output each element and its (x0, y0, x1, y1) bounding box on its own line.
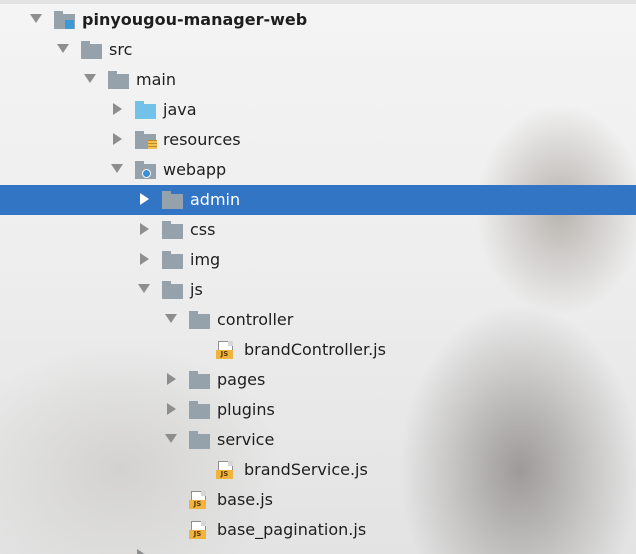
chevron-down-icon[interactable] (57, 44, 69, 53)
tree-item-js[interactable]: js (0, 275, 636, 305)
javascript-file-icon: JS (189, 521, 211, 539)
tree-item-label: src (109, 40, 133, 59)
chevron-down-icon[interactable] (84, 74, 96, 83)
folder-icon (189, 431, 211, 449)
tree-item-label: admin (190, 190, 241, 209)
chevron-right-icon[interactable] (167, 373, 176, 385)
tree-item-label: brandService.js (244, 460, 368, 479)
tree-item-img[interactable]: img (0, 245, 636, 275)
chevron-right-icon[interactable] (113, 133, 122, 145)
tree-item-base-js[interactable]: JS base.js (0, 485, 636, 515)
javascript-file-icon: JS (216, 461, 238, 479)
chevron-right-icon[interactable] (140, 193, 149, 205)
resources-folder-icon (135, 131, 157, 149)
folder-icon (162, 221, 184, 239)
tree-item-admin[interactable]: admin (0, 185, 636, 215)
tree-item-label: brandController.js (244, 340, 386, 359)
project-tree[interactable]: pinyougou-manager-web src main java resource… (0, 5, 636, 545)
tree-item-label: java (163, 100, 197, 119)
source-folder-icon (135, 101, 157, 119)
tree-item-webapp[interactable]: webapp (0, 155, 636, 185)
chevron-right-icon[interactable] (140, 223, 149, 235)
tree-item-pinyougou-manager-web[interactable]: pinyougou-manager-web (0, 5, 636, 35)
tree-item-css[interactable]: css (0, 215, 636, 245)
chevron-right-icon[interactable] (140, 253, 149, 265)
javascript-file-icon: JS (216, 341, 238, 359)
tree-item-label: img (190, 250, 221, 269)
folder-icon (162, 281, 184, 299)
tree-item-src[interactable]: src (0, 35, 636, 65)
tree-item-label: pinyougou-manager-web (82, 10, 308, 29)
tree-item-label: webapp (163, 160, 227, 179)
module-icon (54, 11, 76, 29)
tree-item-label: resources (163, 130, 241, 149)
tree-item-label: base_pagination.js (217, 520, 367, 539)
tree-item-base-pagination-js[interactable]: JS base_pagination.js (0, 515, 636, 545)
chevron-right-icon (137, 549, 146, 554)
tree-item-label: main (136, 70, 176, 89)
tree-item-java[interactable]: java (0, 95, 636, 125)
chevron-right-icon[interactable] (167, 403, 176, 415)
tree-item-brandservice-js[interactable]: JS brandService.js (0, 455, 636, 485)
folder-icon (81, 41, 103, 59)
tree-item-label: js (190, 280, 203, 299)
tree-item-pages[interactable]: pages (0, 365, 636, 395)
folder-icon (189, 311, 211, 329)
tree-item-label: plugins (217, 400, 275, 419)
chevron-right-icon[interactable] (113, 103, 122, 115)
chevron-down-icon[interactable] (165, 314, 177, 323)
folder-icon (162, 251, 184, 269)
folder-icon (189, 371, 211, 389)
tree-item-controller[interactable]: controller (0, 305, 636, 335)
chevron-down-icon[interactable] (111, 164, 123, 173)
tree-item-label: pages (217, 370, 266, 389)
tree-item-label: service (217, 430, 275, 449)
chevron-down-icon[interactable] (30, 14, 42, 23)
top-edge (0, 0, 636, 4)
tree-item-label: controller (217, 310, 294, 329)
next-row-cut-off (0, 548, 636, 554)
tree-item-label: css (190, 220, 216, 239)
tree-item-main[interactable]: main (0, 65, 636, 95)
tree-item-service[interactable]: service (0, 425, 636, 455)
chevron-down-icon[interactable] (138, 284, 150, 293)
tree-item-brandcontroller-js[interactable]: JS brandController.js (0, 335, 636, 365)
tree-item-resources[interactable]: resources (0, 125, 636, 155)
folder-icon (108, 71, 130, 89)
folder-icon (162, 191, 184, 209)
chevron-down-icon[interactable] (165, 434, 177, 443)
javascript-file-icon: JS (189, 491, 211, 509)
folder-icon (189, 401, 211, 419)
tree-item-label: base.js (217, 490, 274, 509)
web-folder-icon (135, 161, 157, 179)
tree-item-plugins[interactable]: plugins (0, 395, 636, 425)
